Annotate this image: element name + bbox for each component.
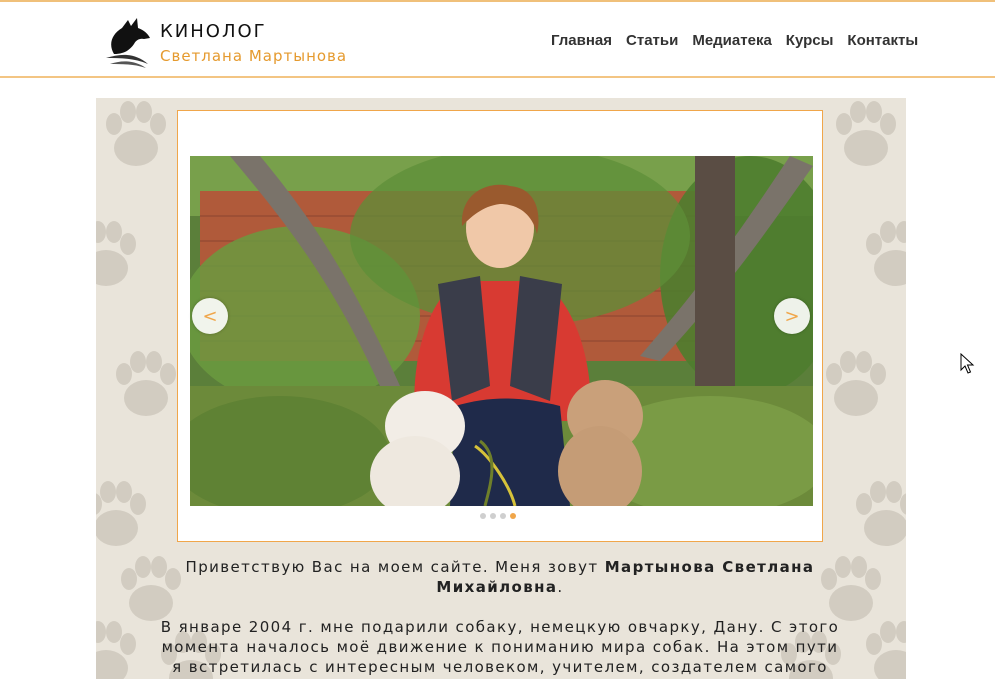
slider-dot[interactable]: [480, 513, 486, 519]
nav-item-home[interactable]: Главная: [551, 32, 612, 49]
intro-paragraph: Приветствую Вас на моем сайте. Меня зову…: [160, 557, 840, 597]
dog-logo-icon[interactable]: [104, 14, 156, 70]
nav-item-media[interactable]: Медиатека: [692, 32, 771, 49]
intro-text: Приветствую Вас на моем сайте. Меня зову…: [185, 558, 605, 576]
nav-item-articles[interactable]: Статьи: [626, 32, 678, 49]
brand-title[interactable]: КИНОЛОГ: [160, 21, 267, 42]
mouse-cursor-icon: [960, 353, 975, 374]
slider-dot-active[interactable]: [510, 513, 516, 519]
brand-subtitle[interactable]: Светлана Мартынова: [160, 47, 347, 65]
slider-next-button[interactable]: >: [774, 298, 810, 334]
intro-text-end: .: [557, 578, 564, 596]
bio-paragraph: В январе 2004 г. мне подарили собаку, не…: [160, 618, 840, 676]
nav-item-courses[interactable]: Курсы: [786, 32, 834, 49]
slide-photo[interactable]: [190, 156, 813, 506]
slider-prev-button[interactable]: <: [192, 298, 228, 334]
slider-dot[interactable]: [490, 513, 496, 519]
main-nav: Главная Статьи Медиатека Курсы Контакты: [551, 32, 918, 49]
slider-dots: [480, 513, 516, 519]
nav-item-contacts[interactable]: Контакты: [847, 32, 918, 49]
slider-dot[interactable]: [500, 513, 506, 519]
site-header: КИНОЛОГ Светлана Мартынова Главная Стать…: [0, 0, 995, 78]
